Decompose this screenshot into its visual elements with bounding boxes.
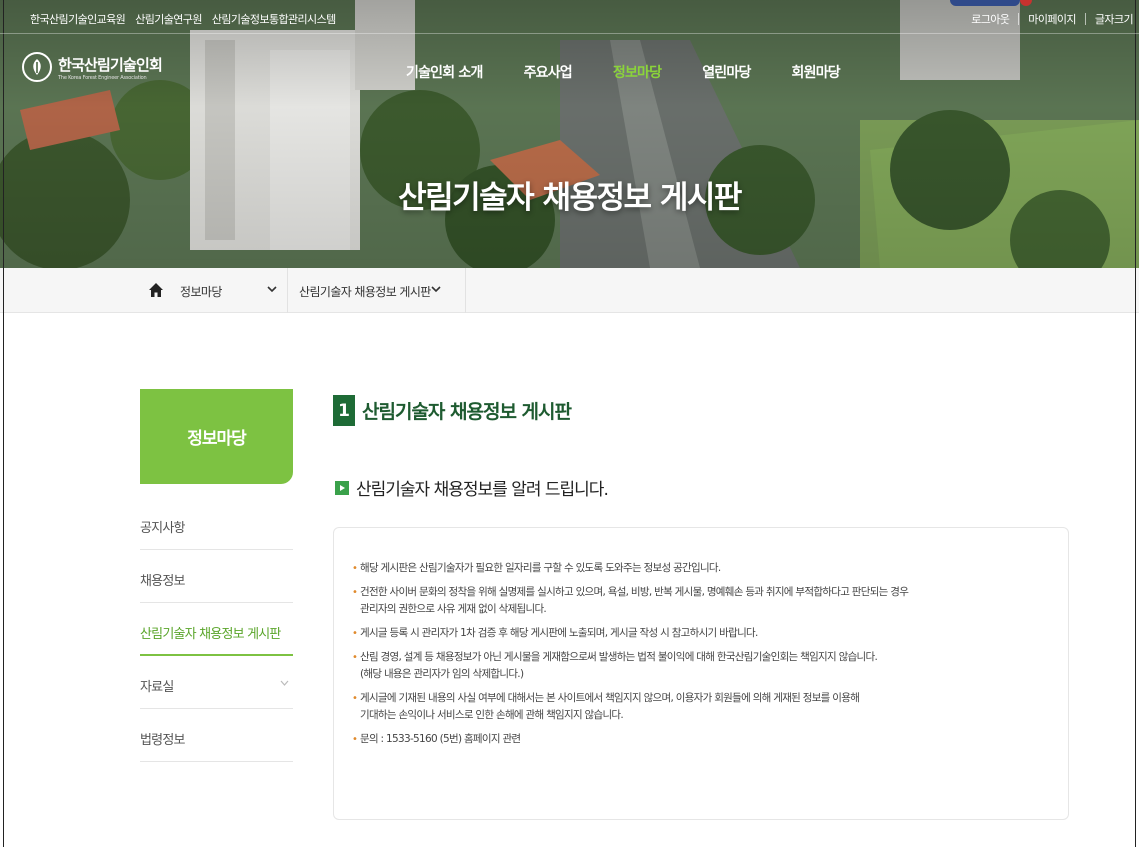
hero-banner: 한국산림기술인교육원 산림기술연구원 산림기술정보통합관리시스템 로그아웃 마이… [0, 0, 1139, 268]
logout-link[interactable]: 로그아웃 [971, 11, 1010, 27]
site-logo[interactable]: 한국산림기술인회 The Korea Forest Engineer Assoc… [22, 52, 163, 82]
chevron-down-icon [280, 680, 289, 686]
family-site-links: 한국산림기술인교육원 산림기술연구원 산림기술정보통합관리시스템 [30, 11, 336, 27]
notice-line: 기대하는 손익이나 서비스로 인한 손해에 관해 책임지지 않습니다. [360, 709, 624, 721]
notice-line: 문의 : 1533-5160 (5번) 홈페이지 관련 [360, 733, 521, 745]
notice-line: 게시글에 기재된 내용의 사실 여부에 대해서는 본 사이트에서 책임지지 않으… [360, 692, 860, 704]
notice-line: 게시글 등록 시 관리자가 1차 검증 후 해당 게시판에 노출되며, 게시글 … [360, 627, 758, 639]
notice-line: (해당 내용은 관리자가 임의 삭제합니다.) [360, 668, 524, 680]
gnb-item-open[interactable]: 열린마당 [702, 62, 751, 82]
sidebar-item-notice[interactable]: 공지사항 [140, 497, 293, 550]
notice-list: 해당 게시판은 산림기술자가 필요한 일자리를 구할 수 있도록 도와주는 정보… [352, 560, 1052, 755]
notice-item: 게시글 등록 시 관리자가 1차 검증 후 해당 게시판에 노출되며, 게시글 … [352, 625, 1052, 642]
sidebar-item-label: 자료실 [140, 680, 174, 695]
main-navigation: 기술인회 소개 주요사업 정보마당 열린마당 회원마당 [406, 62, 881, 82]
notice-item: 건전한 사이버 문화의 정착을 위해 실명제를 실시하고 있으며, 욕설, 비방… [352, 584, 1052, 618]
sidebar-item-recruit-board[interactable]: 산림기술자 채용정보 게시판 [140, 603, 293, 656]
section-heading: 1 산림기술자 채용정보 게시판 [333, 395, 572, 426]
divider [1084, 13, 1086, 25]
gnb-item-about[interactable]: 기술인회 소개 [406, 62, 483, 82]
sidebar-item-label: 채용정보 [140, 574, 185, 589]
notice-box: 해당 게시판은 산림기술자가 필요한 일자리를 구할 수 있도록 도와주는 정보… [333, 527, 1069, 820]
notice-item: 해당 게시판은 산림기술자가 필요한 일자리를 구할 수 있도록 도와주는 정보… [352, 560, 1052, 577]
sidebar-item-law[interactable]: 법령정보 [140, 709, 293, 762]
sub-heading: 산림기술자 채용정보를 알려 드립니다. [335, 475, 609, 500]
top-link-education[interactable]: 한국산림기술인교육원 [30, 11, 126, 27]
chevron-down-icon [267, 286, 277, 293]
logo-title: 한국산림기술인회 [58, 55, 163, 74]
sidebar-item-label: 법령정보 [140, 733, 185, 748]
mypage-link[interactable]: 마이페이지 [1028, 11, 1076, 27]
breadcrumb-level1-label: 정보마당 [180, 285, 222, 299]
section-title: 산림기술자 채용정보 게시판 [362, 401, 572, 423]
notice-line: 관리자의 권한으로 사유 게재 없이 삭제됩니다. [360, 603, 547, 615]
frame-border-right [1135, 0, 1136, 847]
chevron-down-icon [431, 286, 441, 293]
sidebar-item-archive[interactable]: 자료실 [140, 656, 293, 709]
notice-item: 산림 경영, 설계 등 채용정보가 아닌 게시물을 게재함으로써 발생하는 법적… [352, 649, 1052, 683]
sidebar-item-label: 산림기술자 채용정보 게시판 [140, 627, 281, 642]
breadcrumb-level2-dropdown[interactable]: 산림기술자 채용정보 게시판 [288, 268, 466, 313]
breadcrumb: 정보마당 산림기술자 채용정보 게시판 [0, 268, 1139, 313]
notice-item: 게시글에 기재된 내용의 사실 여부에 대해서는 본 사이트에서 책임지지 않으… [352, 690, 1052, 724]
divider [1018, 13, 1020, 25]
notice-line: 산림 경영, 설계 등 채용정보가 아닌 게시물을 게재함으로써 발생하는 법적… [360, 651, 878, 663]
breadcrumb-level1-dropdown[interactable]: 정보마당 [168, 268, 288, 313]
user-links: 로그아웃 마이페이지 글자크기 [971, 11, 1134, 27]
hero-background-image [0, 0, 1139, 268]
logo-subtitle: The Korea Forest Engineer Association [58, 74, 147, 81]
sidebar-menu: 공지사항 채용정보 산림기술자 채용정보 게시판 자료실 법령정보 [140, 497, 293, 762]
breadcrumb-level2-label: 산림기술자 채용정보 게시판 [299, 285, 431, 299]
frame-border-left [3, 0, 4, 847]
sidebar-title: 정보마당 [187, 429, 247, 449]
top-tab-decoration [950, 0, 1020, 6]
home-icon[interactable] [146, 280, 166, 300]
gnb-item-member[interactable]: 회원마당 [792, 62, 841, 82]
gnb-item-info[interactable]: 정보마당 [613, 62, 662, 82]
section-number: 1 [333, 395, 355, 426]
sidebar-item-label: 공지사항 [140, 521, 185, 536]
hero-title: 산림기술자 채용정보 게시판 [398, 180, 742, 216]
play-arrow-icon [335, 480, 349, 495]
sidebar-item-recruit[interactable]: 채용정보 [140, 550, 293, 603]
font-size-link[interactable]: 글자크기 [1095, 11, 1134, 27]
top-link-research[interactable]: 산림기술연구원 [135, 11, 202, 27]
notice-line: 건전한 사이버 문화의 정착을 위해 실명제를 실시하고 있으며, 욕설, 비방… [360, 586, 909, 598]
sub-heading-text: 산림기술자 채용정보를 알려 드립니다. [356, 480, 609, 500]
gnb-item-business[interactable]: 주요사업 [524, 62, 573, 82]
top-link-system[interactable]: 산림기술정보통합관리시스템 [212, 11, 336, 27]
notice-item: 문의 : 1533-5160 (5번) 홈페이지 관련 [352, 731, 1052, 748]
logo-emblem-icon [22, 52, 52, 82]
sidebar-title-box: 정보마당 [140, 389, 293, 484]
notice-line: 해당 게시판은 산림기술자가 필요한 일자리를 구할 수 있도록 도와주는 정보… [360, 562, 721, 574]
